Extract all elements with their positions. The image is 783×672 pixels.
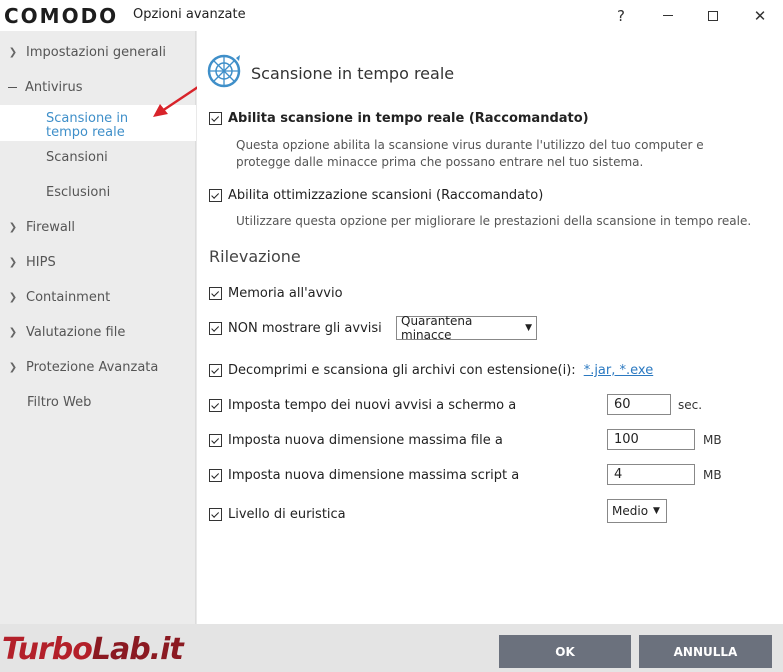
sidebar-item-label: Protezione Avanzata [26,360,159,375]
sidebar-item-valutazione-file[interactable]: ❯ Valutazione file [0,315,196,350]
checkbox[interactable] [209,469,222,482]
sidebar-item-label: Antivirus [25,80,83,95]
option-label: Abilita ottimizzazione scansioni (Raccom… [228,188,544,203]
chevron-down-icon: ❯ [8,257,18,268]
alert-timeout-input[interactable] [607,394,671,415]
main-panel: Scansione in tempo reale Abilita scansio… [197,31,783,624]
checkbox[interactable] [209,364,222,377]
option-label: Abilita scansione in tempo reale (Raccom… [228,111,589,126]
maximize-button[interactable] [690,0,736,31]
select-value: Medio [612,504,649,518]
option-label: Imposta tempo dei nuovi avvisi a schermo… [228,398,517,413]
option-alert-timeout[interactable]: Imposta tempo dei nuovi avvisi a schermo… [209,398,516,413]
heuristics-level-select[interactable]: Medio ▼ [607,499,667,523]
sidebar-item-label: Scansione in tempo reale [46,111,129,140]
sidebar-item-scansioni[interactable]: Scansioni [0,140,196,175]
sidebar-item-firewall[interactable]: ❯ Firewall [0,210,196,245]
sidebar-item-label: HIPS [26,255,56,270]
watermark-part: Turbo [2,632,93,667]
option-description: Utilizzare questa opzione per migliorare… [236,214,752,228]
option-label: Decomprimi e scansiona gli archivi con e… [228,363,576,378]
extensions-link[interactable]: *.jar, *.exe [584,363,654,378]
chevron-down-icon: ❯ [8,327,18,338]
sidebar-item-hips[interactable]: ❯ HIPS [0,245,196,280]
alerts-action-select[interactable]: Quarantena minacce ▼ [396,314,537,342]
checkbox[interactable] [209,434,222,447]
chevron-down-icon: ❯ [8,362,18,373]
chevron-down-icon: ❯ [8,292,18,303]
option-label: Memoria all'avvio [228,286,343,301]
option-label: Imposta nuova dimensione massima script … [228,468,520,483]
sidebar-item-label: Esclusioni [46,185,111,200]
footer: TurboLab.it OK ANNULLA [0,624,783,672]
chevron-down-icon: ▼ [653,506,660,516]
sidebar-item-label: Containment [26,290,111,305]
sidebar-item-impostazioni-generali[interactable]: ❯ Impostazioni generali [0,35,196,70]
option-label: Imposta nuova dimensione massima file a [228,433,503,448]
checkbox[interactable] [209,322,222,335]
help-button[interactable]: ? [598,0,644,31]
close-icon: ✕ [753,6,767,25]
option-enable-realtime[interactable]: Abilita scansione in tempo reale (Raccom… [209,111,589,126]
sidebar-item-label: Valutazione file [26,325,126,340]
close-button[interactable]: ✕ [737,0,783,31]
sidebar-item-esclusioni[interactable]: Esclusioni [0,175,196,210]
option-max-script-size[interactable]: Imposta nuova dimensione massima script … [209,468,519,483]
maximize-icon [708,10,718,21]
select-value: Quarantena minacce [401,314,473,342]
sidebar-item-label: Filtro Web [27,395,92,410]
checkbox[interactable] [209,508,222,521]
help-icon: ? [617,6,625,25]
sidebar-item-containment[interactable]: ❯ Containment [0,280,196,315]
sidebar-item-label: Scansioni [46,150,108,165]
sidebar-item-protezione-avanzata[interactable]: ❯ Protezione Avanzata [0,350,196,385]
option-heuristics[interactable]: Livello di euristica [209,507,346,522]
sidebar-item-filtro-web[interactable]: Filtro Web [0,385,196,420]
minimize-icon [663,15,673,16]
comodo-logo: COMODO [4,4,119,28]
watermark-part: Lab.it [91,632,184,667]
unit-label: MB [703,433,722,447]
option-description: Questa opzione abilita la scansione viru… [236,138,704,169]
ok-button[interactable]: OK [499,635,631,668]
option-no-alerts[interactable]: NON mostrare gli avvisi [209,321,382,336]
section-title: Rilevazione [209,247,301,266]
checkbox[interactable] [209,399,222,412]
watermark: TurboLab.it [2,632,184,667]
realtime-scan-icon [207,54,241,88]
cancel-button[interactable]: ANNULLA [639,635,772,668]
checkbox[interactable] [209,189,222,202]
sidebar-item-label: Impostazioni generali [26,45,166,60]
option-enable-optimization[interactable]: Abilita ottimizzazione scansioni (Raccom… [209,188,543,203]
page-title: Scansione in tempo reale [251,64,455,83]
window-title: Opzioni avanzate [133,7,246,22]
option-label: Livello di euristica [228,507,346,522]
sidebar-item-label: Firewall [26,220,76,235]
collapse-icon [8,87,17,88]
unit-label: sec. [678,398,703,412]
checkbox[interactable] [209,287,222,300]
title-bar: COMODO Opzioni avanzate ? ✕ [0,0,783,31]
max-script-size-input[interactable] [607,464,695,485]
chevron-down-icon: ▼ [525,323,532,333]
option-memory[interactable]: Memoria all'avvio [209,286,343,301]
max-file-size-input[interactable] [607,429,695,450]
option-archives[interactable]: Decomprimi e scansiona gli archivi con e… [209,363,653,378]
annotation-arrow [153,85,200,117]
checkbox[interactable] [209,112,222,125]
option-max-file-size[interactable]: Imposta nuova dimensione massima file a [209,433,503,448]
unit-label: MB [703,468,722,482]
chevron-down-icon: ❯ [8,222,18,233]
minimize-button[interactable] [645,0,691,31]
option-label: NON mostrare gli avvisi [228,321,382,336]
chevron-down-icon: ❯ [8,47,18,58]
